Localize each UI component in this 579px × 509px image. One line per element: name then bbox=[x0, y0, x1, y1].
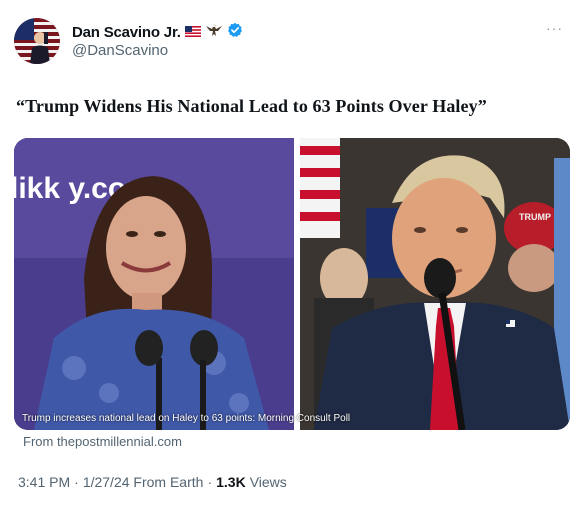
hat-text: TRUMP bbox=[519, 212, 551, 222]
meta-separator: · bbox=[74, 474, 79, 490]
trump-photo: TRUMP bbox=[300, 138, 570, 430]
tweet-time[interactable]: 3:41 PM bbox=[18, 474, 70, 490]
tweet: Dan Scavino Jr. @DanScavino ··· “Trump W… bbox=[0, 0, 579, 509]
author-display-name[interactable]: Dan Scavino Jr. bbox=[72, 24, 181, 41]
views-label: Views bbox=[249, 474, 287, 490]
eagle-icon bbox=[205, 23, 223, 42]
meta-separator: · bbox=[207, 474, 213, 490]
tweet-text: “Trump Widens His National Lead to 63 Po… bbox=[16, 96, 487, 116]
more-options-icon[interactable]: ··· bbox=[546, 20, 563, 36]
media-caption: Trump increases national lead on Haley t… bbox=[22, 413, 351, 424]
us-flag-icon bbox=[184, 24, 201, 42]
haley-photo: likk y.com bbox=[14, 138, 294, 430]
link-card-image[interactable]: likk y.com TRUMP Trump increases nationa… bbox=[14, 138, 570, 430]
author-handle[interactable]: @DanScavino bbox=[72, 42, 168, 59]
avatar[interactable] bbox=[14, 18, 60, 64]
tweet-meta: 3:41 PM · 1/27/24 From Earth · 1.3K View… bbox=[18, 474, 287, 490]
link-source[interactable]: From thepostmillennial.com bbox=[23, 434, 182, 449]
verified-badge-icon bbox=[227, 22, 243, 43]
views-count: 1.3K bbox=[216, 474, 246, 490]
author-name-row[interactable]: Dan Scavino Jr. bbox=[72, 22, 243, 43]
tweet-date[interactable]: 1/27/24 From Earth bbox=[83, 474, 204, 490]
